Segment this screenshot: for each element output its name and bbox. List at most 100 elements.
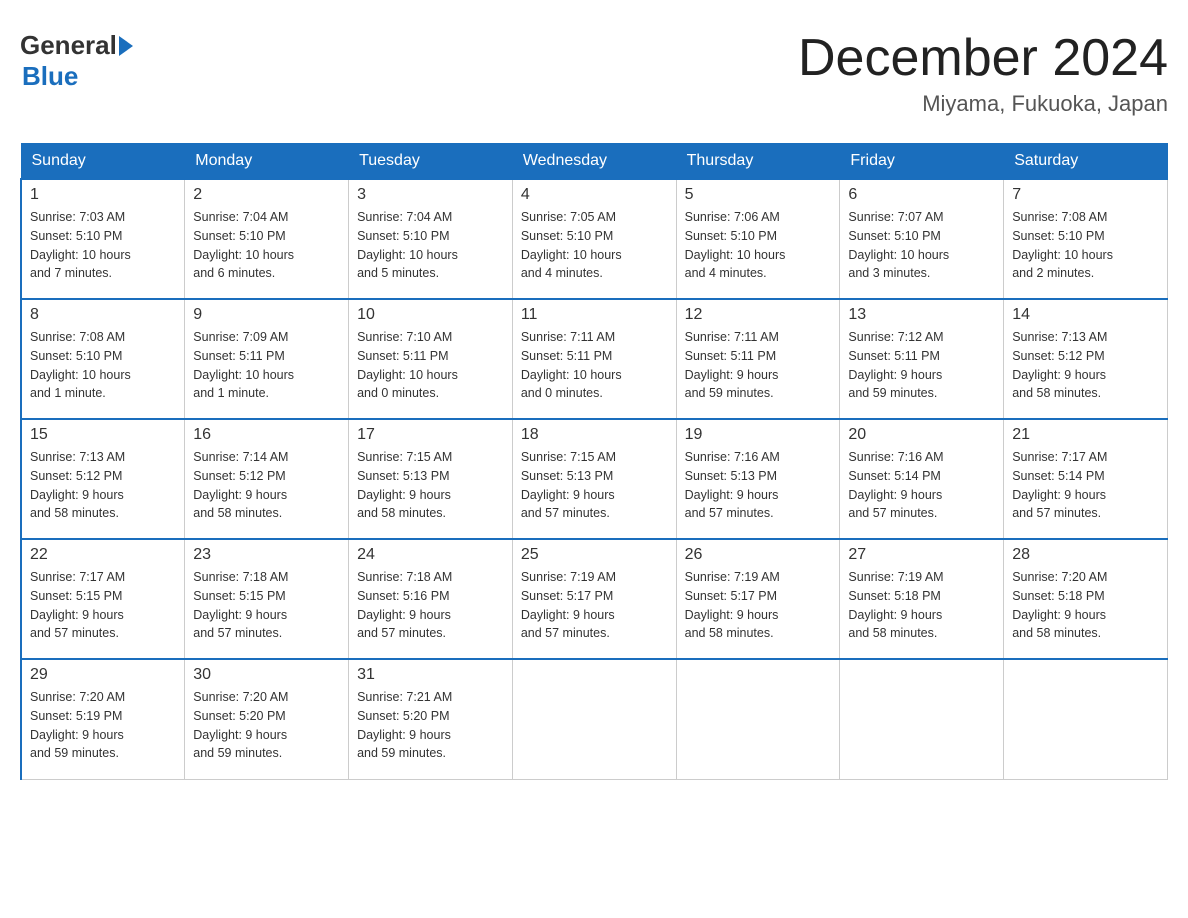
day-info: Sunrise: 7:03 AMSunset: 5:10 PMDaylight:… (30, 208, 176, 283)
day-info: Sunrise: 7:05 AMSunset: 5:10 PMDaylight:… (521, 208, 668, 283)
calendar-cell: 10 Sunrise: 7:10 AMSunset: 5:11 PMDayligh… (349, 299, 513, 419)
day-number: 6 (848, 186, 995, 204)
col-header-saturday: Saturday (1004, 144, 1168, 180)
day-info: Sunrise: 7:19 AMSunset: 5:17 PMDaylight:… (521, 568, 668, 643)
day-number: 13 (848, 306, 995, 324)
day-number: 19 (685, 426, 832, 444)
day-number: 20 (848, 426, 995, 444)
day-info: Sunrise: 7:20 AMSunset: 5:18 PMDaylight:… (1012, 568, 1159, 643)
calendar-cell: 7 Sunrise: 7:08 AMSunset: 5:10 PMDaylight… (1004, 179, 1168, 299)
page-header: General Blue December 2024 Miyama, Fukuo… (20, 20, 1168, 127)
logo-arrow-icon (119, 36, 133, 56)
day-info: Sunrise: 7:19 AMSunset: 5:17 PMDaylight:… (685, 568, 832, 643)
day-number: 23 (193, 546, 340, 564)
day-info: Sunrise: 7:11 AMSunset: 5:11 PMDaylight:… (521, 328, 668, 403)
day-info: Sunrise: 7:13 AMSunset: 5:12 PMDaylight:… (1012, 328, 1159, 403)
day-number: 12 (685, 306, 832, 324)
day-number: 17 (357, 426, 504, 444)
day-info: Sunrise: 7:07 AMSunset: 5:10 PMDaylight:… (848, 208, 995, 283)
day-info: Sunrise: 7:16 AMSunset: 5:13 PMDaylight:… (685, 448, 832, 523)
day-number: 18 (521, 426, 668, 444)
day-info: Sunrise: 7:17 AMSunset: 5:14 PMDaylight:… (1012, 448, 1159, 523)
day-number: 9 (193, 306, 340, 324)
calendar-cell: 31 Sunrise: 7:21 AMSunset: 5:20 PMDayligh… (349, 659, 513, 779)
col-header-tuesday: Tuesday (349, 144, 513, 180)
calendar-cell: 4 Sunrise: 7:05 AMSunset: 5:10 PMDaylight… (512, 179, 676, 299)
calendar-cell: 25 Sunrise: 7:19 AMSunset: 5:17 PMDayligh… (512, 539, 676, 659)
calendar-cell: 20 Sunrise: 7:16 AMSunset: 5:14 PMDayligh… (840, 419, 1004, 539)
col-header-monday: Monday (185, 144, 349, 180)
calendar-cell: 1Sunrise: 7:03 AMSunset: 5:10 PMDaylight… (21, 179, 185, 299)
day-number: 11 (521, 306, 668, 324)
calendar-week-row: 15 Sunrise: 7:13 AMSunset: 5:12 PMDayligh… (21, 419, 1168, 539)
calendar-week-row: 22Sunrise: 7:17 AMSunset: 5:15 PMDayligh… (21, 539, 1168, 659)
calendar-cell: 17 Sunrise: 7:15 AMSunset: 5:13 PMDayligh… (349, 419, 513, 539)
calendar-cell: 26Sunrise: 7:19 AMSunset: 5:17 PMDayligh… (676, 539, 840, 659)
day-info: Sunrise: 7:04 AMSunset: 5:10 PMDaylight:… (357, 208, 504, 283)
day-number: 14 (1012, 306, 1159, 324)
col-header-thursday: Thursday (676, 144, 840, 180)
calendar-cell: 19 Sunrise: 7:16 AMSunset: 5:13 PMDayligh… (676, 419, 840, 539)
calendar-cell: 28Sunrise: 7:20 AMSunset: 5:18 PMDayligh… (1004, 539, 1168, 659)
day-number: 4 (521, 186, 668, 204)
calendar-table: SundayMondayTuesdayWednesdayThursdayFrid… (20, 143, 1168, 780)
day-number: 2 (193, 186, 340, 204)
day-info: Sunrise: 7:08 AMSunset: 5:10 PMDaylight:… (30, 328, 176, 403)
calendar-cell: 11 Sunrise: 7:11 AMSunset: 5:11 PMDayligh… (512, 299, 676, 419)
logo: General Blue (20, 30, 135, 92)
day-info: Sunrise: 7:04 AMSunset: 5:10 PMDaylight:… (193, 208, 340, 283)
day-info: Sunrise: 7:21 AMSunset: 5:20 PMDaylight:… (357, 688, 504, 763)
day-number: 10 (357, 306, 504, 324)
day-info: Sunrise: 7:16 AMSunset: 5:14 PMDaylight:… (848, 448, 995, 523)
calendar-cell: 12Sunrise: 7:11 AMSunset: 5:11 PMDayligh… (676, 299, 840, 419)
month-title: December 2024 (798, 30, 1168, 87)
calendar-cell: 23 Sunrise: 7:18 AMSunset: 5:15 PMDayligh… (185, 539, 349, 659)
day-number: 31 (357, 666, 504, 684)
calendar-cell: 21 Sunrise: 7:17 AMSunset: 5:14 PMDayligh… (1004, 419, 1168, 539)
day-number: 7 (1012, 186, 1159, 204)
day-number: 15 (30, 426, 176, 444)
calendar-cell (676, 659, 840, 779)
col-header-sunday: Sunday (21, 144, 185, 180)
calendar-cell: 24 Sunrise: 7:18 AMSunset: 5:16 PMDayligh… (349, 539, 513, 659)
logo-blue-text: Blue (22, 61, 78, 91)
calendar-cell: 16Sunrise: 7:14 AMSunset: 5:12 PMDayligh… (185, 419, 349, 539)
calendar-cell: 13 Sunrise: 7:12 AMSunset: 5:11 PMDayligh… (840, 299, 1004, 419)
calendar-cell: 2 Sunrise: 7:04 AMSunset: 5:10 PMDaylight… (185, 179, 349, 299)
day-info: Sunrise: 7:13 AMSunset: 5:12 PMDaylight:… (30, 448, 176, 523)
calendar-cell (840, 659, 1004, 779)
title-block: December 2024 Miyama, Fukuoka, Japan (798, 30, 1168, 117)
day-info: Sunrise: 7:08 AMSunset: 5:10 PMDaylight:… (1012, 208, 1159, 283)
day-info: Sunrise: 7:06 AMSunset: 5:10 PMDaylight:… (685, 208, 832, 283)
logo-general-text: General (20, 30, 117, 61)
day-info: Sunrise: 7:17 AMSunset: 5:15 PMDaylight:… (30, 568, 176, 643)
day-info: Sunrise: 7:09 AMSunset: 5:11 PMDaylight:… (193, 328, 340, 403)
day-number: 25 (521, 546, 668, 564)
calendar-cell: 5 Sunrise: 7:06 AMSunset: 5:10 PMDaylight… (676, 179, 840, 299)
day-number: 8 (30, 306, 176, 324)
calendar-week-row: 1Sunrise: 7:03 AMSunset: 5:10 PMDaylight… (21, 179, 1168, 299)
day-info: Sunrise: 7:15 AMSunset: 5:13 PMDaylight:… (357, 448, 504, 523)
calendar-cell: 3Sunrise: 7:04 AMSunset: 5:10 PMDaylight… (349, 179, 513, 299)
col-header-wednesday: Wednesday (512, 144, 676, 180)
day-number: 29 (30, 666, 176, 684)
day-info: Sunrise: 7:20 AMSunset: 5:19 PMDaylight:… (30, 688, 176, 763)
calendar-cell: 27 Sunrise: 7:19 AMSunset: 5:18 PMDayligh… (840, 539, 1004, 659)
calendar-cell (1004, 659, 1168, 779)
day-info: Sunrise: 7:20 AMSunset: 5:20 PMDaylight:… (193, 688, 340, 763)
day-info: Sunrise: 7:12 AMSunset: 5:11 PMDaylight:… (848, 328, 995, 403)
day-number: 24 (357, 546, 504, 564)
day-number: 21 (1012, 426, 1159, 444)
day-number: 5 (685, 186, 832, 204)
day-info: Sunrise: 7:14 AMSunset: 5:12 PMDaylight:… (193, 448, 340, 523)
day-info: Sunrise: 7:18 AMSunset: 5:15 PMDaylight:… (193, 568, 340, 643)
day-info: Sunrise: 7:10 AMSunset: 5:11 PMDaylight:… (357, 328, 504, 403)
calendar-cell: 8 Sunrise: 7:08 AMSunset: 5:10 PMDaylight… (21, 299, 185, 419)
day-number: 27 (848, 546, 995, 564)
day-info: Sunrise: 7:19 AMSunset: 5:18 PMDaylight:… (848, 568, 995, 643)
calendar-cell: 22Sunrise: 7:17 AMSunset: 5:15 PMDayligh… (21, 539, 185, 659)
calendar-cell: 14 Sunrise: 7:13 AMSunset: 5:12 PMDayligh… (1004, 299, 1168, 419)
day-info: Sunrise: 7:18 AMSunset: 5:16 PMDaylight:… (357, 568, 504, 643)
calendar-cell: 15 Sunrise: 7:13 AMSunset: 5:12 PMDayligh… (21, 419, 185, 539)
col-header-friday: Friday (840, 144, 1004, 180)
